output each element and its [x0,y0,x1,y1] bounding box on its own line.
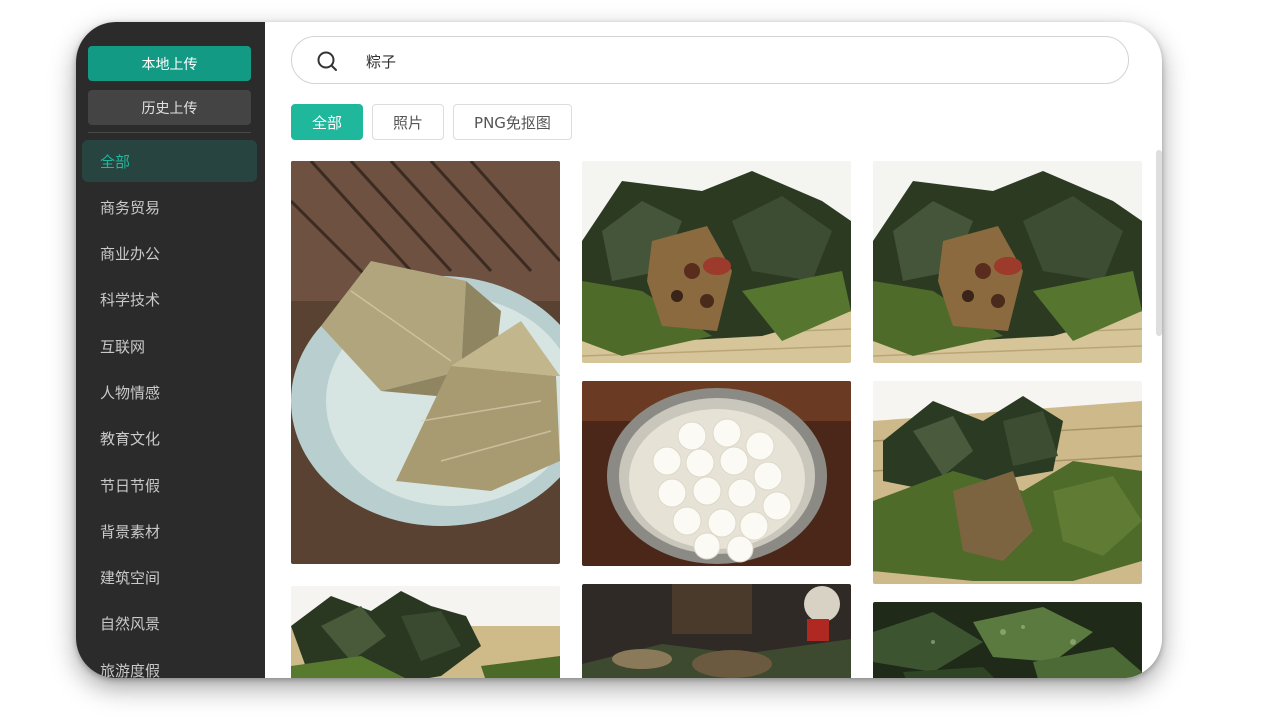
zongzi-mat-photo[interactable] [873,381,1142,584]
category-item-business-trade[interactable]: 商务贸易 [82,186,257,228]
sidebar-divider [88,132,251,133]
main-content: 全部 照片 PNG免抠图 [265,22,1162,678]
category-item-people[interactable]: 人物情感 [82,371,257,413]
category-item-backgrounds[interactable]: 背景素材 [82,510,257,552]
zongzi-bowl-photo[interactable] [291,161,560,564]
category-item-travel[interactable]: 旅游度假 [82,649,257,678]
sidebar: 本地上传 历史上传 全部 商务贸易 商业办公 科学技术 互联网 人物情感 教育文… [76,22,265,678]
tab-png-cutout[interactable]: PNG免抠图 [453,104,572,140]
search-input[interactable] [366,49,1066,73]
history-upload-button[interactable]: 历史上传 [88,90,251,125]
tab-all[interactable]: 全部 [291,104,364,140]
category-item-education[interactable]: 教育文化 [82,418,257,460]
zongzi-table-photo[interactable] [582,584,851,678]
category-list: 全部 商务贸易 商业办公 科学技术 互联网 人物情感 教育文化 节日节假 背景素… [82,140,257,678]
category-item-science[interactable]: 科学技术 [82,279,257,321]
search-icon[interactable] [316,50,340,74]
category-item-all[interactable]: 全部 [82,140,257,182]
category-item-nature[interactable]: 自然风景 [82,603,257,645]
tangyuan-pot-photo[interactable] [582,381,851,566]
tab-photos[interactable]: 照片 [372,104,445,140]
category-item-office[interactable]: 商业办公 [82,233,257,275]
green-leaves-photo[interactable] [873,602,1142,678]
zongzi-leaves-photo-copy[interactable] [873,161,1142,363]
zongzi-pile-photo[interactable] [291,586,560,678]
filter-tabs: 全部 照片 PNG免抠图 [291,104,572,140]
category-item-holidays[interactable]: 节日节假 [82,464,257,506]
category-item-architecture[interactable]: 建筑空间 [82,557,257,599]
category-item-internet[interactable]: 互联网 [82,325,257,367]
app-window: 本地上传 历史上传 全部 商务贸易 商业办公 科学技术 互联网 人物情感 教育文… [76,22,1162,678]
search-bar[interactable] [291,36,1129,84]
zongzi-leaves-photo[interactable] [582,161,851,363]
local-upload-button[interactable]: 本地上传 [88,46,251,81]
scrollbar[interactable] [1156,150,1162,336]
